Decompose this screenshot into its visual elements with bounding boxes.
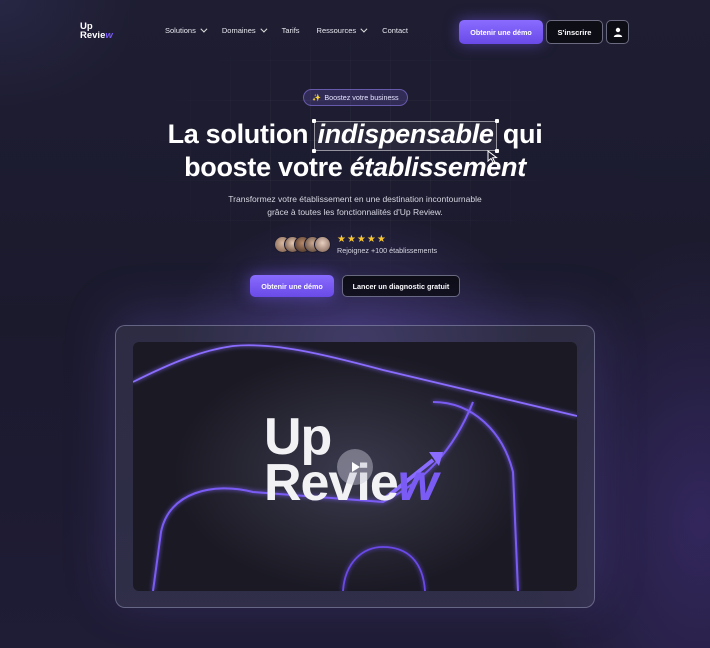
avatar [314, 236, 331, 253]
user-icon [613, 27, 622, 37]
rating-stars: ★★★★★ [337, 234, 387, 245]
nav-item-label: Solutions [165, 26, 196, 35]
logo-line-2: Review [80, 30, 113, 41]
signup-button[interactable]: S'inscrire [546, 20, 603, 44]
hero-subtitle-line-1: Transformez votre établissement en une d… [228, 194, 482, 204]
hero-badge-label: Boostez votre business [324, 93, 399, 102]
nav-demo-button[interactable]: Obtenir une démo [459, 20, 543, 44]
chevron-down-icon [200, 25, 208, 33]
hero-title-line-2: booste votre établissement [184, 152, 526, 182]
hero-subtitle-line-2: grâce à toutes les fonctionnalités d'Up … [267, 207, 443, 217]
sparkles-icon: ✨ [312, 93, 322, 102]
nav-item-domaines[interactable]: Domaines [221, 25, 268, 35]
nav-item-label: Contact [382, 26, 409, 35]
nav-item-label: Tarifs [281, 26, 300, 35]
nav-item-tarifs[interactable]: Tarifs [282, 26, 300, 35]
play-button[interactable] [337, 449, 373, 485]
cursor-icon [487, 150, 498, 164]
highlighted-word: indispensable [312, 119, 499, 153]
site-logo[interactable]: Up Review [80, 22, 120, 41]
hero-demo-button[interactable]: Obtenir une démo [250, 275, 334, 297]
nav-item-contact[interactable]: Contact [382, 26, 408, 35]
chevron-down-icon [360, 25, 368, 33]
social-proof-text: Rejoignez +100 établissements [337, 246, 438, 255]
customer-avatars [274, 236, 331, 254]
play-icon [352, 462, 360, 472]
hero-title-line-1: La solution indispensable qui [0, 119, 710, 153]
hero-badge: ✨ Boostez votre business [303, 89, 408, 106]
top-navigation: Up Review Solutions Domaines Tarifs Ress… [0, 0, 710, 64]
chevron-down-icon [260, 25, 268, 33]
main-menu: Solutions Domaines Tarifs Ressources Con… [165, 25, 408, 35]
free-diagnostic-button[interactable]: Lancer un diagnostic gratuit [342, 275, 460, 297]
video-player[interactable]: Up Review [133, 342, 577, 591]
nav-item-solutions[interactable]: Solutions [165, 25, 208, 35]
user-account-button[interactable] [606, 20, 629, 44]
selection-handle [494, 119, 499, 123]
nav-item-ressources[interactable]: Ressources [316, 25, 368, 35]
selection-handle [312, 119, 317, 123]
nav-item-label: Domaines [221, 26, 256, 35]
nav-item-label: Ressources [316, 26, 357, 35]
